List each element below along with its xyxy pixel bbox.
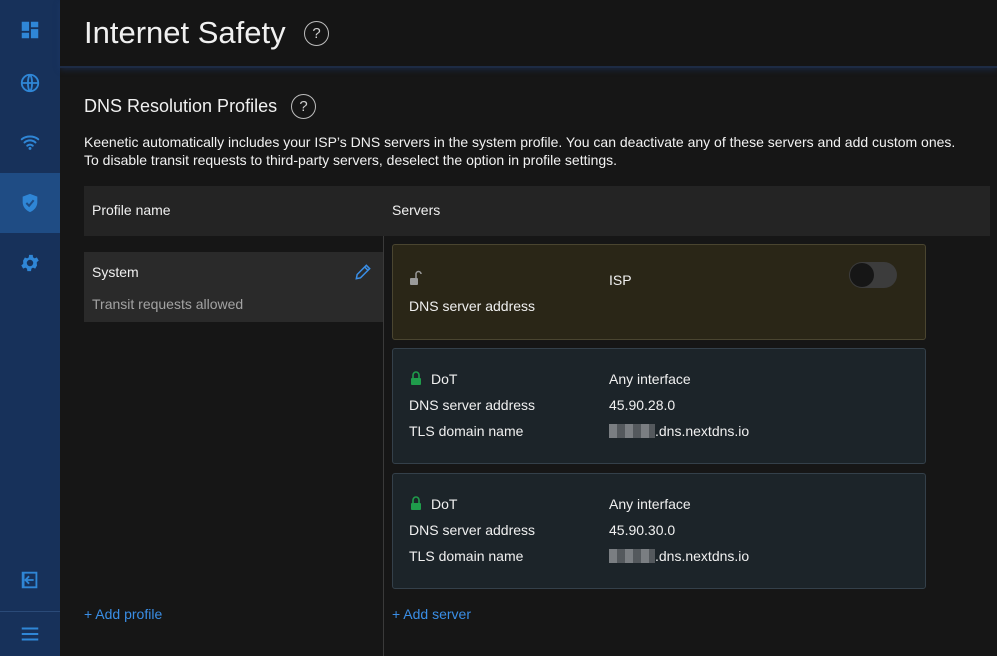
page-header: Internet Safety ?: [60, 0, 997, 68]
logout-icon: [21, 571, 38, 589]
redacted-block: [609, 424, 655, 438]
dashboard-icon: [21, 21, 39, 39]
dns-address-label: DNS server address: [409, 298, 536, 314]
table-header: Profile name Servers: [84, 186, 990, 236]
section-help-icon[interactable]: ?: [291, 94, 316, 119]
profile-status: Transit requests allowed: [92, 296, 244, 312]
section-title: DNS Resolution Profiles: [84, 96, 278, 116]
server-type: ISP: [609, 272, 632, 288]
shield-icon: [22, 193, 38, 213]
dns-address-label: DNS server address: [409, 397, 536, 413]
server-card-dot-1[interactable]: DoT Any interface DNS server address 45.…: [392, 348, 926, 464]
nav-internet-safety[interactable]: [0, 173, 60, 233]
server-card-dot-2[interactable]: DoT Any interface DNS server address 45.…: [392, 473, 926, 589]
page-title: Internet Safety: [84, 15, 286, 50]
add-server-link[interactable]: + Add server: [392, 606, 471, 622]
nav-menu[interactable]: [0, 612, 60, 656]
add-profile-link[interactable]: + Add profile: [84, 606, 162, 622]
server-card-isp[interactable]: ISP DNS server address: [392, 244, 926, 340]
nav-settings[interactable]: [0, 233, 60, 293]
server-type: DoT: [431, 371, 458, 387]
column-header-servers: Servers: [392, 202, 441, 218]
gear-icon: [21, 254, 39, 272]
toggle-knob: [850, 263, 874, 287]
wifi-icon: [20, 135, 40, 150]
globe-icon: [20, 73, 40, 93]
nav-dashboard[interactable]: [0, 0, 60, 60]
column-header-profile: Profile name: [92, 202, 171, 218]
column-divider: [383, 236, 384, 656]
server-toggle[interactable]: [849, 262, 897, 288]
tls-domain-value: .dns.nextdns.io: [609, 423, 749, 439]
help-icon[interactable]: ?: [304, 21, 329, 46]
nav-logout[interactable]: [0, 550, 60, 610]
tls-domain-label: TLS domain name: [409, 423, 524, 439]
nav-internet[interactable]: [0, 53, 60, 113]
server-type: DoT: [431, 496, 458, 512]
lock-closed-icon: [411, 371, 421, 385]
dns-address-value: 45.90.30.0: [609, 522, 676, 538]
nav-wifi[interactable]: [0, 112, 60, 172]
pencil-icon[interactable]: [353, 262, 373, 282]
profile-name: System: [92, 264, 139, 280]
server-interface: Any interface: [609, 371, 691, 387]
dns-address-value: 45.90.28.0: [609, 397, 676, 413]
profile-item-system[interactable]: System Transit requests allowed: [84, 252, 383, 322]
dns-address-label: DNS server address: [409, 522, 536, 538]
section-description: Keenetic automatically includes your ISP…: [84, 134, 956, 168]
lock-closed-icon: [411, 496, 421, 510]
tls-domain-value: .dns.nextdns.io: [609, 548, 749, 564]
server-interface: Any interface: [609, 496, 691, 512]
menu-icon: [21, 627, 39, 641]
lock-open-icon: [410, 270, 422, 285]
sidebar: [0, 0, 60, 656]
tls-domain-label: TLS domain name: [409, 548, 524, 564]
redacted-block: [609, 549, 655, 563]
